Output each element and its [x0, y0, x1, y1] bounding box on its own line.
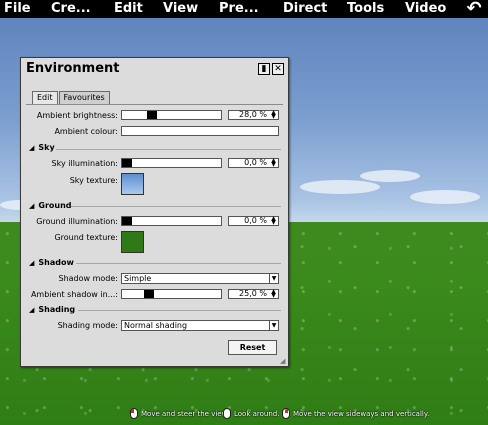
- sky-illumination-slider[interactable]: [121, 158, 222, 168]
- sky-illumination-spinbox[interactable]: 0,0 % ▲ ▼: [228, 158, 279, 168]
- ground-texture-swatch[interactable]: [121, 231, 144, 253]
- spin-arrows-icon[interactable]: ▲ ▼: [270, 216, 277, 226]
- ambient-brightness-slider[interactable]: [121, 110, 222, 120]
- ambient-shadow-spinbox[interactable]: 25,0 % ▲ ▼: [228, 289, 279, 299]
- slider-thumb[interactable]: [122, 217, 132, 225]
- sky-texture-swatch[interactable]: [121, 173, 144, 195]
- mouse-left-button-icon: [130, 408, 138, 419]
- slider-thumb[interactable]: [147, 111, 157, 119]
- shading-mode-value: Normal shading: [124, 321, 188, 330]
- shadow-section-header[interactable]: ◢ Shadow: [29, 258, 74, 267]
- sky-section-title: Sky: [38, 143, 55, 152]
- divider: [78, 310, 281, 311]
- sky-texture-label: Sky texture:: [69, 176, 118, 185]
- ambient-shadow-label: Ambient shadow in...:: [30, 290, 118, 299]
- environment-panel: Environment ▮ ✕ Edit Favourites Ambient …: [20, 57, 289, 367]
- menu-tools[interactable]: Tools: [347, 0, 384, 18]
- shadow-section-title: Shadow: [38, 258, 74, 267]
- undo-icon[interactable]: ↶: [463, 0, 485, 18]
- divider: [76, 263, 281, 264]
- tab-bar: Edit Favourites: [32, 91, 111, 104]
- collapse-triangle-icon: ◢: [29, 306, 35, 314]
- menu-file[interactable]: File: [4, 0, 31, 18]
- shadow-mode-value: Simple: [124, 274, 152, 283]
- sky-section-header[interactable]: ◢ Sky: [29, 143, 55, 152]
- ambient-colour-label: Ambient colour:: [54, 127, 118, 136]
- collapse-triangle-icon: ◢: [29, 202, 35, 210]
- hint-text: Look around.: [234, 409, 280, 418]
- menu-direct[interactable]: Direct: [283, 0, 327, 18]
- edit-tab-content: Ambient brightness: 28,0 % ▲ ▼ Ambient co…: [26, 104, 283, 359]
- spin-arrows-icon[interactable]: ▲ ▼: [270, 289, 277, 299]
- shading-mode-dropdown[interactable]: Normal shading ▼: [121, 320, 279, 331]
- hint-move-steer: Move and steer the view.: [130, 408, 229, 419]
- spin-arrows-icon[interactable]: ▲ ▼: [270, 110, 277, 120]
- menu-edit[interactable]: Edit: [114, 0, 143, 18]
- mouse-right-button-icon: [223, 408, 231, 419]
- divider: [56, 149, 281, 150]
- shading-mode-label: Shading mode:: [57, 321, 118, 330]
- ground-section-header[interactable]: ◢ Ground: [29, 201, 72, 210]
- hint-text: Move the view sideways and vertically.: [293, 409, 430, 418]
- ground-section-title: Ground: [38, 201, 72, 210]
- menu-bar: File Cre... Edit View Pre... Direct Tool…: [0, 0, 488, 18]
- menu-presentation[interactable]: Pre...: [219, 0, 259, 18]
- chevron-down-icon[interactable]: ▼: [269, 321, 278, 330]
- divider: [71, 206, 281, 207]
- ground-illumination-slider[interactable]: [121, 216, 222, 226]
- reset-button[interactable]: Reset: [228, 340, 277, 355]
- shadow-mode-dropdown[interactable]: Simple ▼: [121, 273, 279, 284]
- ambient-brightness-value: 28,0 %: [239, 110, 267, 119]
- menu-create[interactable]: Cre...: [51, 0, 91, 18]
- cloud: [410, 190, 480, 204]
- tab-favourites[interactable]: Favourites: [58, 91, 110, 104]
- hint-move-sideways: Move the view sideways and vertically.: [282, 408, 429, 419]
- spin-arrows-icon[interactable]: ▲ ▼: [270, 158, 277, 168]
- cloud: [300, 180, 380, 194]
- shading-section-title: Shading: [38, 305, 76, 314]
- close-icon[interactable]: ✕: [272, 63, 284, 75]
- ground-texture-label: Ground texture:: [54, 233, 118, 242]
- slider-thumb[interactable]: [144, 290, 154, 298]
- chevron-down-icon[interactable]: ▼: [269, 274, 278, 283]
- sky-illumination-label: Sky illumination:: [51, 159, 118, 168]
- ambient-shadow-value: 25,0 %: [239, 289, 267, 298]
- ground-illumination-value: 0,0 %: [244, 216, 267, 225]
- menu-view[interactable]: View: [163, 0, 198, 18]
- shading-section-header[interactable]: ◢ Shading: [29, 305, 75, 314]
- hint-text: Move and steer the view.: [141, 409, 229, 418]
- hint-look-around: Look around.: [223, 408, 279, 419]
- ambient-colour-field[interactable]: [121, 126, 279, 136]
- collapse-triangle-icon: ◢: [29, 259, 35, 267]
- menu-video[interactable]: Video: [405, 0, 446, 18]
- ground-illumination-spinbox[interactable]: 0,0 % ▲ ▼: [228, 216, 279, 226]
- slider-thumb[interactable]: [122, 159, 132, 167]
- sky-illumination-value: 0,0 %: [244, 158, 267, 167]
- shadow-mode-label: Shadow mode:: [58, 274, 119, 283]
- ambient-brightness-spinbox[interactable]: 28,0 % ▲ ▼: [228, 110, 279, 120]
- ambient-brightness-label: Ambient brightness:: [36, 111, 118, 120]
- ambient-shadow-slider[interactable]: [121, 289, 222, 299]
- mouse-middle-button-icon: [282, 408, 290, 419]
- cloud: [360, 170, 420, 182]
- resize-grip-icon[interactable]: ◢: [280, 358, 287, 365]
- tab-edit[interactable]: Edit: [32, 91, 58, 104]
- collapse-triangle-icon: ◢: [29, 144, 35, 152]
- ground-illumination-label: Ground illumination:: [36, 217, 118, 226]
- pin-icon[interactable]: ▮: [258, 63, 270, 75]
- panel-title: Environment: [26, 61, 120, 76]
